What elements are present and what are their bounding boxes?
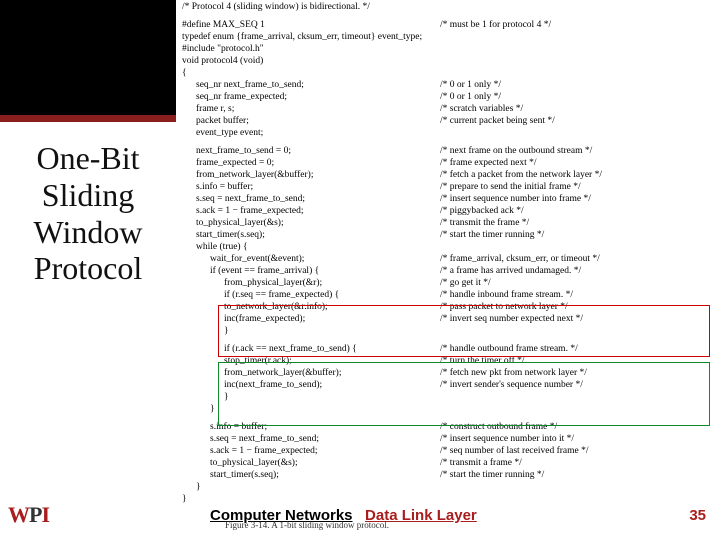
code-comment: /* handle outbound frame stream. */: [440, 344, 578, 356]
code-line: to_network_layer(&r.info);: [182, 302, 328, 312]
code-line: from_network_layer(&buffer);: [182, 368, 341, 378]
code-line: s.seq = next_frame_to_send;: [182, 434, 319, 444]
title-line: One-Bit: [0, 140, 176, 177]
logo-letter: W: [8, 502, 29, 527]
code-line: next_frame_to_send = 0;: [182, 146, 291, 156]
code-comment: /* piggybacked ack */: [440, 206, 524, 218]
code-comment: /* pass packet to network layer */: [440, 302, 568, 314]
title-line: Window: [0, 214, 176, 251]
code-listing: /* Protocol 4 (sliding window) is bidire…: [182, 2, 712, 506]
code-line: seq_nr next_frame_to_send;: [182, 80, 304, 90]
code-line: #include "protocol.h": [182, 44, 264, 54]
code-line: stop_timer(r.ack);: [182, 356, 292, 366]
code-comment: /* frame_arrival, cksum_err, or timeout …: [440, 254, 600, 266]
code-line: void protocol4 (void): [182, 56, 263, 66]
code-line: s.ack = 1 − frame_expected;: [182, 206, 304, 216]
code-comment: /* scratch variables */: [440, 104, 523, 116]
code-line: {: [182, 68, 187, 78]
code-line: }: [182, 482, 201, 492]
code-line: if (r.seq == frame_expected) {: [182, 290, 339, 300]
code-line: s.info = buffer;: [182, 182, 253, 192]
code-line: #define MAX_SEQ 1: [182, 20, 265, 30]
code-line: inc(frame_expected);: [182, 314, 305, 324]
corner-box: [0, 0, 176, 115]
code-line: from_network_layer(&buffer);: [182, 170, 313, 180]
code-line: seq_nr frame_expected;: [182, 92, 287, 102]
code-comment: /* current packet being sent */: [440, 116, 555, 128]
code-comment: /* start the timer running */: [440, 230, 544, 242]
code-comment: /* fetch a packet from the network layer…: [440, 170, 602, 182]
code-comment: /* 0 or 1 only */: [440, 80, 501, 92]
code-line: }: [182, 326, 229, 336]
code-line: }: [182, 404, 215, 414]
code-line: wait_for_event(&event);: [182, 254, 304, 264]
code-comment: /* turn the timer off */: [440, 356, 525, 368]
code-comment: /* go get it */: [440, 278, 491, 290]
wpi-logo: WPI: [8, 502, 49, 528]
code-line: while (true) {: [182, 242, 248, 252]
code-line: }: [182, 392, 229, 402]
code-comment: /* prepare to send the initial frame */: [440, 182, 581, 194]
footer: WPI Computer Networks Data Link Layer Fi…: [0, 500, 720, 530]
code-comment: /* next frame on the outbound stream */: [440, 146, 592, 158]
code-comment: /* seq number of last received frame */: [440, 446, 589, 458]
code-line: to_physical_layer(&s);: [182, 458, 298, 468]
logo-letter: I: [41, 502, 49, 527]
code-comment: /* 0 or 1 only */: [440, 92, 501, 104]
code-line: frame r, s;: [182, 104, 234, 114]
code-comment: /* a frame has arrived undamaged. */: [440, 266, 581, 278]
logo-letter: P: [29, 502, 41, 527]
code-comment: /* fetch new pkt from network layer */: [440, 368, 587, 380]
code-comment: /* frame expected next */: [440, 158, 537, 170]
code-line: from_physical_layer(&r);: [182, 278, 322, 288]
code-line: start_timer(s.seq);: [182, 470, 279, 480]
accent-bar: [0, 115, 176, 122]
code-comment: /* invert seq number expected next */: [440, 314, 583, 326]
code-line: frame_expected = 0;: [182, 158, 274, 168]
code-comment: /* must be 1 for protocol 4 */: [440, 20, 551, 32]
code-line: inc(next_frame_to_send);: [182, 380, 322, 390]
code-line: packet buffer;: [182, 116, 249, 126]
title-line: Protocol: [0, 250, 176, 287]
code-comment: /* insert sequence number into it */: [440, 434, 574, 446]
code-comment: /* construct outbound frame */: [440, 422, 557, 434]
code-comment: /* transmit the frame */: [440, 218, 529, 230]
page-number: 35: [689, 507, 706, 524]
code-line: s.info = buffer;: [182, 422, 267, 432]
code-comment: /* handle inbound frame stream. */: [440, 290, 573, 302]
code-line: to_physical_layer(&s);: [182, 218, 284, 228]
code-comment: /* transmit a frame */: [440, 458, 522, 470]
code-line: s.seq = next_frame_to_send;: [182, 194, 305, 204]
slide-title: One-Bit Sliding Window Protocol: [0, 140, 176, 287]
code-comment: /* insert sequence number into frame */: [440, 194, 591, 206]
code-line: start_timer(s.seq);: [182, 230, 265, 240]
figure-caption: Figure 3-14. A 1-bit sliding window prot…: [225, 520, 389, 530]
code-line: if (r.ack == next_frame_to_send) {: [182, 344, 357, 354]
code-comment: /* invert sender's sequence number */: [440, 380, 583, 392]
code-line: s.ack = 1 − frame_expected;: [182, 446, 318, 456]
code-line: if (event == frame_arrival) {: [182, 266, 319, 276]
code-line: event_type event;: [182, 128, 263, 138]
code-line: typedef enum {frame_arrival, cksum_err, …: [182, 32, 422, 42]
code-line: /* Protocol 4 (sliding window) is bidire…: [182, 2, 370, 12]
code-comment: /* start the timer running */: [440, 470, 544, 482]
title-line: Sliding: [0, 177, 176, 214]
